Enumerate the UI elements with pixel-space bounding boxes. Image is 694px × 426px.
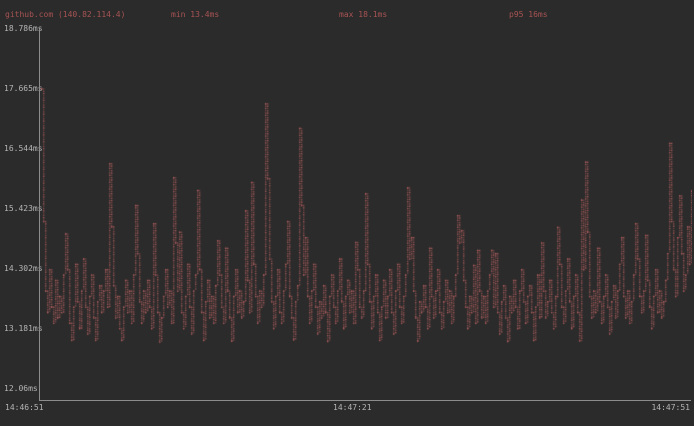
x-tick-start: 14:46:51 <box>5 404 44 412</box>
min-latency-label: min 13.4ms <box>171 11 219 19</box>
x-tick-middle: 14:47:21 <box>333 404 372 412</box>
max-latency-label: max 18.1ms <box>339 11 387 19</box>
y-tick-label: 14.302ms <box>4 265 43 273</box>
host-label: github.com (140.82.114.4) <box>5 11 125 19</box>
y-tick-label: 16.544ms <box>4 145 43 153</box>
latency-plot-canvas <box>39 25 692 401</box>
terminal-latency-graph: github.com (140.82.114.4) min 13.4ms max… <box>0 0 694 426</box>
y-tick-label: 18.786ms <box>4 25 43 33</box>
y-tick-label: 13.181ms <box>4 325 43 333</box>
y-tick-label: 15.423ms <box>4 205 43 213</box>
y-tick-label: 12.06ms <box>4 385 38 393</box>
p95-latency-label: p95 16ms <box>509 11 548 19</box>
x-tick-end: 14:47:51 <box>651 404 690 412</box>
y-tick-label: 17.665ms <box>4 85 43 93</box>
